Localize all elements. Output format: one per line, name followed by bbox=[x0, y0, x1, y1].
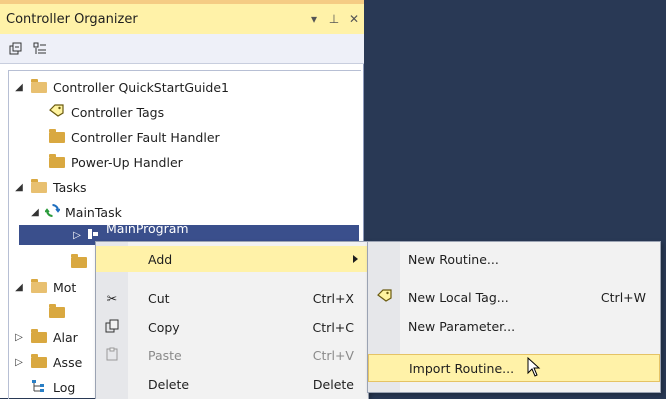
folder-icon bbox=[49, 128, 65, 143]
menu-item-label: Delete bbox=[148, 376, 190, 392]
tree-item-controller[interactable]: ◢ Controller QuickStartGuide1 bbox=[13, 75, 229, 99]
menu-item-label: New Local Tag... bbox=[408, 289, 509, 305]
dropdown-icon[interactable]: ▾ bbox=[304, 12, 324, 26]
menu-item-add[interactable]: Add bbox=[96, 246, 368, 272]
tree-item-label: MainTask bbox=[65, 204, 122, 220]
tree-item-logical-partial[interactable]: Log bbox=[31, 375, 75, 399]
submenu-arrow-icon bbox=[353, 255, 358, 263]
menu-item-copy[interactable]: Copy Ctrl+C bbox=[96, 314, 368, 340]
folder-open-icon bbox=[31, 178, 47, 193]
expanded-arrow-icon[interactable]: ◢ bbox=[13, 282, 25, 293]
folder-icon bbox=[31, 328, 47, 343]
menu-item-shortcut: Ctrl+W bbox=[600, 289, 646, 305]
expanded-arrow-icon[interactable]: ◢ bbox=[13, 82, 25, 93]
submenu-item-new-parameter[interactable]: New Parameter... bbox=[368, 313, 660, 339]
add-submenu: New Routine... New Local Tag... Ctrl+W N… bbox=[367, 241, 661, 393]
logical-model-icon bbox=[31, 379, 47, 396]
tree-item-label: Mot bbox=[53, 279, 77, 295]
tree-item-label: Log bbox=[53, 379, 76, 395]
mouse-cursor-icon bbox=[527, 356, 541, 380]
tree-item-label: Power-Up Handler bbox=[71, 154, 183, 170]
collapse-all-icon[interactable] bbox=[8, 41, 24, 57]
scissors-icon: ✂ bbox=[106, 290, 118, 306]
tree-item-label: Controller QuickStartGuide1 bbox=[53, 79, 230, 95]
menu-item-shortcut: Delete bbox=[312, 376, 354, 392]
folder-icon bbox=[49, 153, 65, 168]
pin-icon[interactable]: ⊥ bbox=[324, 12, 344, 26]
tree-item-controller-tags[interactable]: Controller Tags bbox=[49, 100, 164, 124]
menu-item-label: Copy bbox=[148, 319, 180, 335]
expand-all-icon[interactable] bbox=[32, 41, 48, 57]
tag-icon bbox=[374, 289, 394, 305]
menu-item-shortcut: Ctrl+V bbox=[312, 347, 354, 363]
folder-icon bbox=[71, 253, 87, 268]
menu-item-label: New Parameter... bbox=[408, 318, 516, 334]
tree-item-label: Controller Tags bbox=[71, 104, 165, 120]
collapsed-arrow-icon[interactable]: ▷ bbox=[13, 332, 25, 343]
menu-item-label: Cut bbox=[148, 290, 170, 306]
folder-open-icon bbox=[31, 78, 47, 93]
folder-open-icon bbox=[31, 278, 47, 293]
copy-icon bbox=[102, 319, 122, 336]
tree-item-motion-partial[interactable]: ◢ Mot bbox=[13, 275, 76, 299]
tree-item-assets-partial[interactable]: ▷ Asse bbox=[13, 350, 82, 374]
tree-item-label: Alar bbox=[53, 329, 78, 345]
menu-item-label: Paste bbox=[148, 347, 182, 363]
menu-item-shortcut: Ctrl+X bbox=[312, 290, 354, 306]
menu-item-label: Import Routine... bbox=[409, 360, 515, 376]
menu-item-paste[interactable]: Paste Ctrl+V bbox=[96, 342, 368, 368]
folder-icon bbox=[31, 353, 47, 368]
tree-item-label: Asse bbox=[53, 354, 83, 370]
task-cycle-icon bbox=[44, 203, 61, 221]
folder-icon bbox=[49, 303, 65, 318]
expanded-arrow-icon[interactable]: ◢ bbox=[29, 207, 41, 218]
tree-item-label: MainProgram bbox=[106, 225, 189, 236]
panel-titlebar: Controller Organizer ▾ ⊥ ✕ bbox=[0, 0, 364, 34]
tree-item-label: Tasks bbox=[53, 179, 87, 195]
tree-item-partial-2[interactable] bbox=[49, 300, 70, 324]
paste-icon bbox=[102, 347, 122, 364]
tree-item-powerup-handler[interactable]: Power-Up Handler bbox=[49, 150, 183, 174]
tree-item-partial-1[interactable] bbox=[71, 250, 93, 274]
submenu-item-import-routine[interactable]: Import Routine... bbox=[368, 354, 660, 382]
tree-item-alarms-partial[interactable]: ▷ Alar bbox=[13, 325, 78, 349]
close-icon[interactable]: ✕ bbox=[344, 12, 364, 26]
menu-item-cut[interactable]: ✂ Cut Ctrl+X bbox=[96, 285, 368, 311]
tree-item-fault-handler[interactable]: Controller Fault Handler bbox=[49, 125, 220, 149]
menu-item-label: Add bbox=[148, 251, 173, 267]
menu-item-label: New Routine... bbox=[408, 251, 499, 267]
tag-icon bbox=[49, 104, 65, 120]
context-menu: Add ✂ Cut Ctrl+X Copy Ctrl+C Paste Ctrl+… bbox=[95, 241, 369, 399]
menu-item-delete[interactable]: Delete Delete bbox=[96, 371, 368, 397]
collapsed-arrow-icon[interactable]: ▷ bbox=[13, 357, 25, 368]
tree-item-label: Controller Fault Handler bbox=[71, 129, 220, 145]
submenu-item-new-routine[interactable]: New Routine... bbox=[368, 246, 660, 272]
tree-item-tasks[interactable]: ◢ Tasks bbox=[13, 175, 87, 199]
tree-item-main-task[interactable]: ◢ MainTask bbox=[29, 200, 122, 224]
submenu-item-new-local-tag[interactable]: New Local Tag... Ctrl+W bbox=[368, 284, 660, 310]
menu-item-shortcut: Ctrl+C bbox=[312, 319, 354, 335]
panel-toolbar bbox=[0, 34, 364, 64]
collapsed-arrow-icon[interactable]: ▷ bbox=[71, 230, 83, 241]
panel-title: Controller Organizer bbox=[6, 11, 138, 27]
expanded-arrow-icon[interactable]: ◢ bbox=[13, 182, 25, 193]
